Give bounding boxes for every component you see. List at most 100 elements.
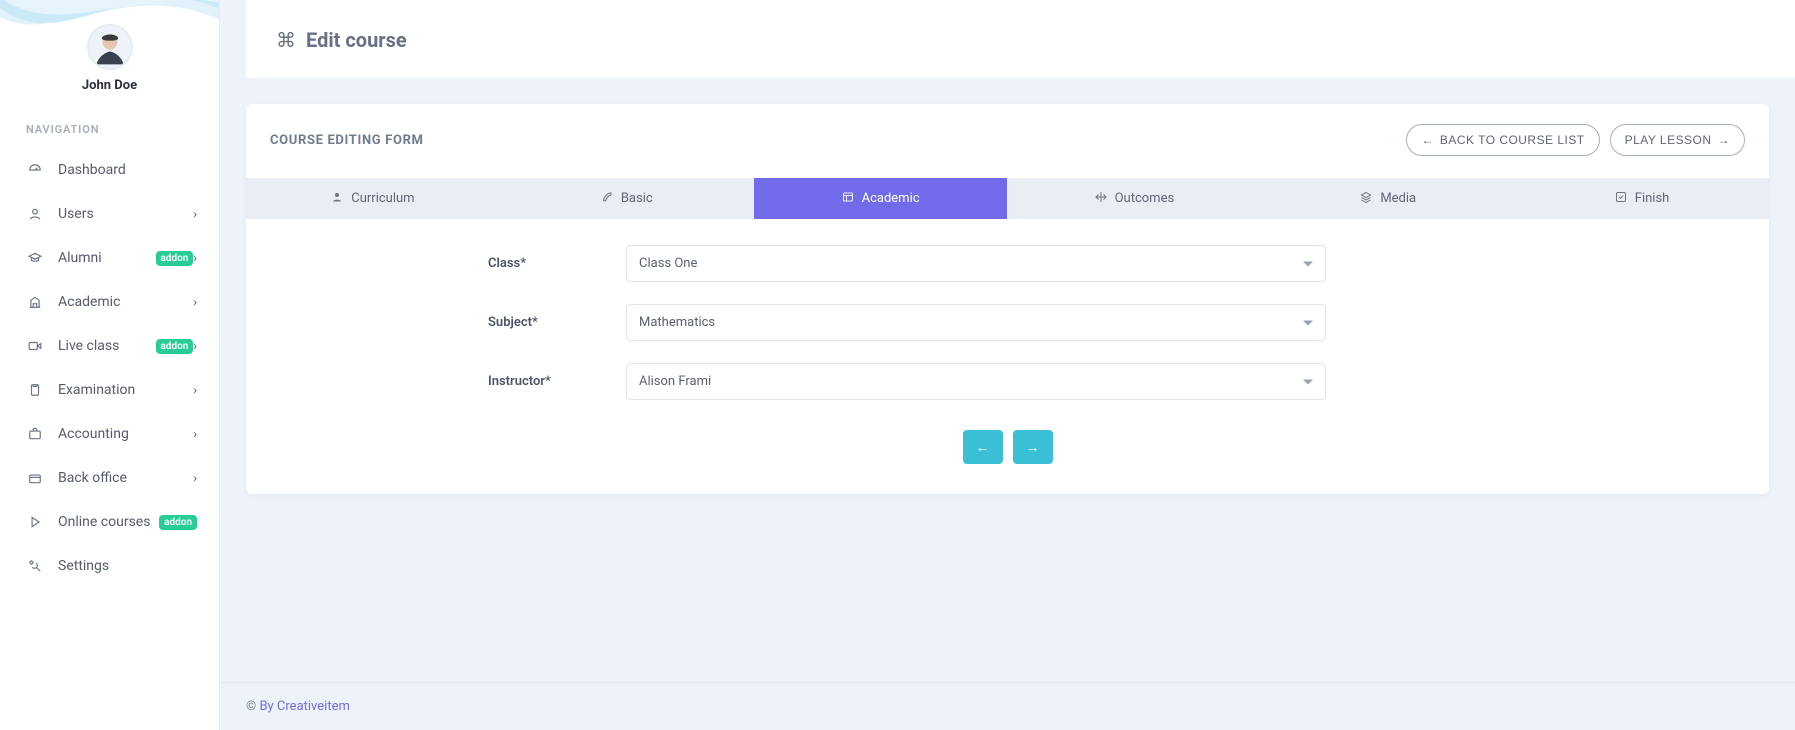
- check-icon: [1615, 191, 1627, 206]
- subject-label: Subject*: [488, 315, 618, 330]
- back-to-course-list-button[interactable]: ← BACK TO COURSE LIST: [1406, 124, 1599, 156]
- sidebar-item-accounting[interactable]: Accounting›: [26, 412, 201, 456]
- course-card: COURSE EDITING FORM ← BACK TO COURSE LIS…: [246, 104, 1769, 494]
- play-lesson-button[interactable]: PLAY LESSON →: [1610, 124, 1745, 156]
- brief-icon: [26, 427, 44, 441]
- card-title: COURSE EDITING FORM: [270, 133, 424, 148]
- sidebar-item-label: Settings: [58, 558, 197, 574]
- subject-select-value: Mathematics: [627, 305, 1325, 340]
- class-label: Class*: [488, 256, 618, 271]
- chevron-right-icon: ›: [193, 207, 197, 221]
- footer: © By Creativeitem: [220, 682, 1795, 730]
- profile: John Doe: [0, 0, 219, 103]
- wizard-actions: ← →: [270, 422, 1745, 464]
- person-icon: [331, 191, 343, 206]
- sidebar-item-dashboard[interactable]: Dashboard: [26, 148, 201, 192]
- card-header: COURSE EDITING FORM ← BACK TO COURSE LIS…: [246, 104, 1769, 166]
- sidebar-item-alumni[interactable]: Alumni addon›: [26, 236, 201, 280]
- tab-outcomes[interactable]: Outcomes: [1007, 178, 1261, 219]
- chevron-right-icon: ›: [193, 471, 197, 485]
- tab-label: Basic: [621, 191, 653, 206]
- chevron-right-icon: ›: [193, 251, 197, 265]
- arrow-left-icon: ←: [1421, 133, 1433, 147]
- instructor-row: Instructor* Alison Frami: [270, 363, 1745, 400]
- user-icon: [26, 207, 44, 221]
- class-row: Class* Class One: [270, 245, 1745, 282]
- chevron-right-icon: ›: [193, 383, 197, 397]
- gauge-icon: [26, 163, 44, 177]
- sidebar: John Doe NAVIGATION DashboardUsers›Alumn…: [0, 0, 220, 730]
- main: ⌘ Edit course COURSE EDITING FORM ← BACK…: [220, 0, 1795, 730]
- grad-icon: [26, 251, 44, 265]
- tab-basic[interactable]: Basic: [500, 178, 754, 219]
- video-icon: [26, 339, 44, 353]
- sidebar-item-label: Dashboard: [58, 162, 197, 178]
- academic-form: Class* Class One Subject* Mathematics: [246, 219, 1769, 494]
- chevron-right-icon: ›: [193, 295, 197, 309]
- tab-academic[interactable]: Academic: [754, 178, 1008, 219]
- sidebar-item-live-class[interactable]: Live class addon›: [26, 324, 201, 368]
- tab-label: Outcomes: [1115, 191, 1175, 206]
- nav-section: NAVIGATION DashboardUsers›Alumniaddon›Ac…: [0, 103, 219, 588]
- feather-icon: [601, 191, 613, 206]
- nav-list: DashboardUsers›Alumniaddon›Academic›Live…: [26, 148, 201, 588]
- sidebar-item-label: Live class: [58, 338, 150, 354]
- move-icon: [1095, 191, 1107, 206]
- subject-row: Subject* Mathematics: [270, 304, 1745, 341]
- arrow-left-icon: ←: [976, 439, 990, 455]
- chevron-right-icon: ›: [193, 427, 197, 441]
- wizard-next-button[interactable]: →: [1013, 430, 1053, 464]
- page-header: ⌘ Edit course: [246, 0, 1795, 78]
- arrow-right-icon: →: [1026, 439, 1040, 455]
- instructor-select-value: Alison Frami: [627, 364, 1325, 399]
- sidebar-item-academic[interactable]: Academic›: [26, 280, 201, 324]
- tab-finish[interactable]: Finish: [1515, 178, 1769, 219]
- addon-badge: addon: [159, 515, 197, 530]
- card-header-actions: ← BACK TO COURSE LIST PLAY LESSON →: [1406, 124, 1745, 156]
- user-name: John Doe: [82, 78, 137, 93]
- stack-icon: [1360, 191, 1372, 206]
- tab-label: Curriculum: [351, 191, 414, 206]
- instructor-label: Instructor*: [488, 374, 618, 389]
- tab-label: Academic: [862, 191, 920, 206]
- chevron-right-icon: ›: [193, 339, 197, 353]
- clip-icon: [26, 383, 44, 397]
- sidebar-item-online-courses[interactable]: Online courses addon: [26, 500, 201, 544]
- tab-media[interactable]: Media: [1261, 178, 1515, 219]
- footer-link[interactable]: By Creativeitem: [259, 699, 349, 714]
- subject-select[interactable]: Mathematics: [626, 304, 1326, 341]
- command-icon: ⌘: [276, 28, 296, 52]
- sidebar-item-back-office[interactable]: Back office›: [26, 456, 201, 500]
- sidebar-item-label: Online courses: [58, 514, 153, 530]
- sidebar-item-label: Users: [58, 206, 193, 222]
- tab-curriculum[interactable]: Curriculum: [246, 178, 500, 219]
- tools-icon: [26, 559, 44, 573]
- school-icon: [26, 295, 44, 309]
- sidebar-item-settings[interactable]: Settings: [26, 544, 201, 588]
- layout-icon: [842, 191, 854, 206]
- sidebar-item-label: Academic: [58, 294, 193, 310]
- sidebar-item-label: Back office: [58, 470, 193, 486]
- page-title: Edit course: [306, 28, 407, 52]
- sidebar-item-label: Examination: [58, 382, 193, 398]
- sidebar-item-users[interactable]: Users›: [26, 192, 201, 236]
- class-select-value: Class One: [627, 246, 1325, 281]
- play-icon: [26, 515, 44, 529]
- addon-badge: addon: [156, 251, 194, 266]
- class-select[interactable]: Class One: [626, 245, 1326, 282]
- button-label: BACK TO COURSE LIST: [1440, 133, 1585, 147]
- nav-section-title: NAVIGATION: [26, 123, 201, 136]
- sidebar-item-label: Accounting: [58, 426, 193, 442]
- sidebar-item-label: Alumni: [58, 250, 150, 266]
- avatar[interactable]: [87, 24, 133, 70]
- button-label: PLAY LESSON: [1625, 133, 1712, 147]
- addon-badge: addon: [156, 339, 194, 354]
- sidebar-item-examination[interactable]: Examination›: [26, 368, 201, 412]
- instructor-select[interactable]: Alison Frami: [626, 363, 1326, 400]
- tab-label: Media: [1380, 191, 1416, 206]
- box-icon: [26, 471, 44, 485]
- footer-prefix: ©: [246, 699, 259, 714]
- wizard-prev-button[interactable]: ←: [963, 430, 1003, 464]
- tabs: Curriculum Basic Academic Outcomes Media Fini…: [246, 178, 1769, 219]
- arrow-right-icon: →: [1718, 133, 1730, 147]
